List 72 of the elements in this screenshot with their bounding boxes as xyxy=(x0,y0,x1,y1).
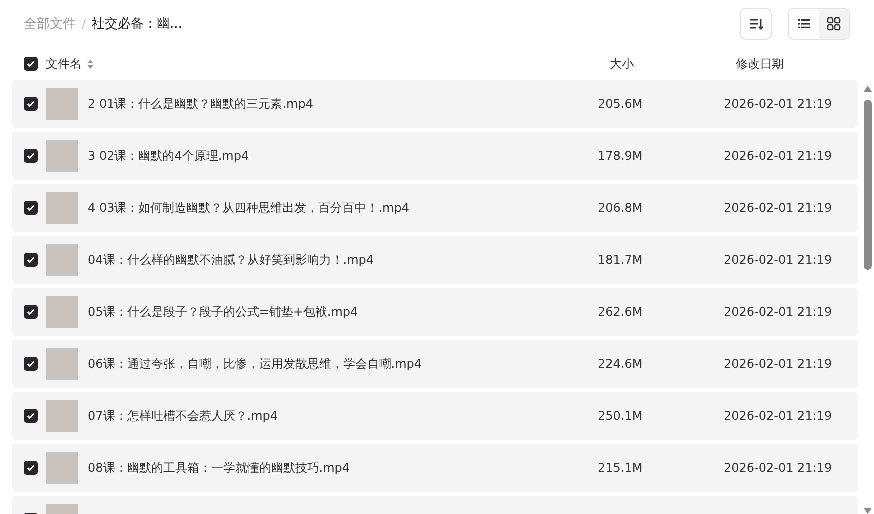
file-row[interactable]: 3 02课：幽默的4个原理.mp4 178.9M 2026-02-01 21:19 xyxy=(12,132,858,180)
check-icon xyxy=(26,463,36,473)
sort-arrows-icon[interactable] xyxy=(87,58,94,70)
file-name: 04课：什么样的幽默不油腻？从好笑到影响力！.mp4 xyxy=(88,252,376,268)
modified-date: 2026-02-01 21:19 xyxy=(724,357,832,371)
column-header[interactable]: 修改日期 xyxy=(736,56,784,72)
row-checkbox[interactable] xyxy=(24,357,38,371)
file-row[interactable]: 08课：幽默的工具箱：一学就懂的幽默技巧.mp4 215.1M 2026-02-01 21:19 xyxy=(12,444,858,492)
file-row[interactable]: 06课：通过夸张，自嘲，比惨，运用发散思维，学会自嘲.mp4 224.6M 2026-02-01 21:19 xyxy=(12,340,858,388)
file-size: 262.6M xyxy=(598,305,644,319)
modified-date: 2026-02-01 21:19 xyxy=(724,97,832,111)
video-thumbnail-placeholder xyxy=(46,452,78,484)
breadcrumb-current: 社交必备：幽... xyxy=(92,16,182,33)
file-size: 224.6M xyxy=(598,357,644,371)
check-icon xyxy=(26,151,36,161)
file-row[interactable]: 07课：怎样吐槽不会惹人厌？.mp4 250.1M 2026-02-01 21:19 xyxy=(12,392,858,440)
video-thumbnail-placeholder xyxy=(46,348,78,380)
file-row[interactable]: 4 03课：如何制造幽默？从四种思维出发，百分百中！.mp4 206.8M 2026-02-01 21:19 xyxy=(12,184,858,232)
file-name: 06课：通过夸张，自嘲，比惨，运用发散思维，学会自嘲.mp4 xyxy=(88,356,424,372)
column-header[interactable]: 大小 xyxy=(610,56,634,72)
check-icon xyxy=(26,99,36,109)
modified-date: 2026-02-01 21:19 xyxy=(724,305,832,319)
file-size: 215.1M xyxy=(598,461,644,475)
scroll-down-icon[interactable] xyxy=(864,508,872,514)
scroll-up-icon[interactable] xyxy=(864,86,872,92)
file-name: 05课：什么是段子？段子的公式=铺垫+包袱.mp4 xyxy=(88,304,360,320)
video-thumbnail-placeholder xyxy=(46,400,78,432)
row-checkbox[interactable] xyxy=(24,97,38,111)
file-size: 250.1M xyxy=(598,409,644,423)
grid-icon xyxy=(827,17,841,31)
row-checkbox[interactable] xyxy=(24,149,38,163)
check-icon xyxy=(26,203,36,213)
check-icon xyxy=(26,59,36,69)
grid-view-button[interactable] xyxy=(819,9,849,39)
row-checkbox[interactable] xyxy=(24,461,38,475)
file-name: 08课：幽默的工具箱：一学就懂的幽默技巧.mp4 xyxy=(88,460,352,476)
scrollbar-thumb[interactable] xyxy=(864,100,872,270)
row-checkbox[interactable] xyxy=(24,201,38,215)
video-thumbnail-placeholder xyxy=(46,140,78,172)
select-all-checkbox[interactable] xyxy=(24,57,38,71)
row-checkbox[interactable] xyxy=(24,409,38,423)
file-size: 205.6M xyxy=(598,97,644,111)
video-thumbnail-placeholder xyxy=(46,192,78,224)
row-checkbox[interactable] xyxy=(24,253,38,267)
file-name: 07课：怎样吐槽不会惹人厌？.mp4 xyxy=(88,408,280,424)
check-icon xyxy=(26,255,36,265)
file-name: 3 02课：幽默的4个原理.mp4 xyxy=(88,148,250,164)
video-thumbnail-placeholder xyxy=(46,88,78,120)
modified-date: 2026-02-01 21:19 xyxy=(724,201,832,215)
file-size: 178.9M xyxy=(598,149,644,163)
video-thumbnail-placeholder xyxy=(46,244,78,276)
file-row[interactable]: 04课：什么样的幽默不油腻？从好笑到影响力！.mp4 181.7M 2026-02-01 21:19 xyxy=(12,236,858,284)
file-size: 206.8M xyxy=(598,201,644,215)
file-name: 4 03课：如何制造幽默？从四种思维出发，百分百中！.mp4 xyxy=(88,200,410,216)
modified-date: 2026-02-01 21:19 xyxy=(724,253,832,267)
column-header[interactable]: 文件名 xyxy=(46,56,82,72)
sort-icon xyxy=(749,17,763,31)
video-thumbnail-placeholder xyxy=(46,296,78,328)
check-icon xyxy=(26,307,36,317)
sort-button[interactable] xyxy=(740,8,772,40)
modified-date: 2026-02-01 21:19 xyxy=(724,409,832,423)
check-icon xyxy=(26,359,36,369)
row-checkbox[interactable] xyxy=(24,305,38,319)
list-icon xyxy=(797,17,811,31)
check-icon xyxy=(26,411,36,421)
file-size: 181.7M xyxy=(598,253,644,267)
file-name: 2 01课：什么是幽默？幽默的三元素.mp4 xyxy=(88,96,314,112)
breadcrumb-separator: / xyxy=(82,17,86,31)
file-row[interactable]: 05课：什么是段子？段子的公式=铺垫+包袱.mp4 262.6M 2026-02-01 21:19 xyxy=(12,288,858,336)
modified-date: 2026-02-01 21:19 xyxy=(724,461,832,475)
file-row[interactable]: 2 01课：什么是幽默？幽默的三元素.mp4 205.6M 2026-02-01 21:19 xyxy=(12,80,858,128)
modified-date: 2026-02-01 21:19 xyxy=(724,149,832,163)
